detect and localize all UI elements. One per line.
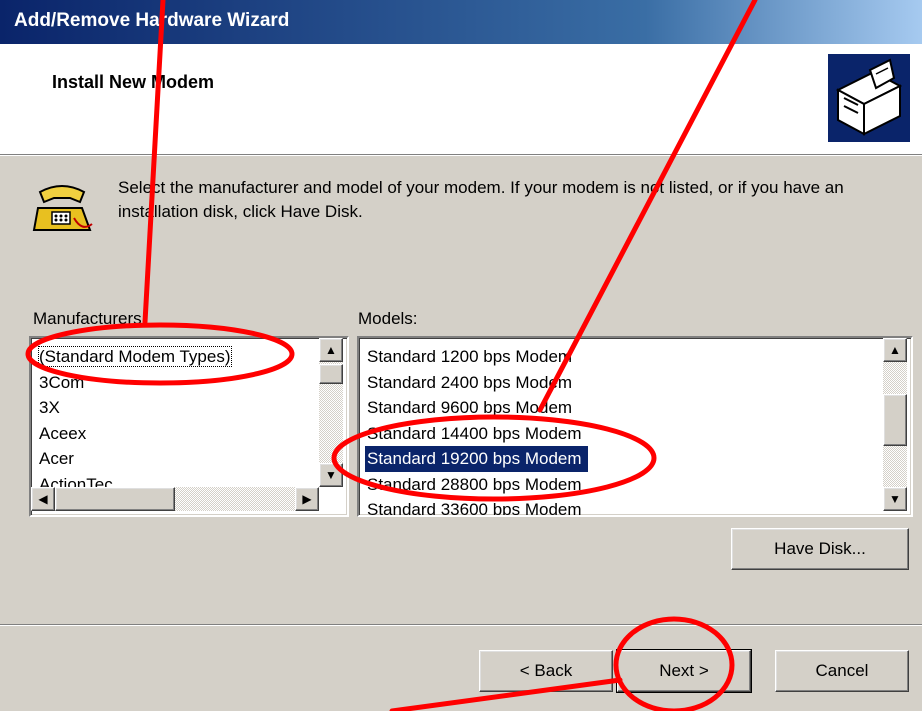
list-item[interactable]: Standard 19200 bps Modem [359, 446, 879, 472]
scroll-down-icon[interactable]: ▼ [883, 487, 907, 511]
models-label: Models: [358, 309, 418, 328]
list-item[interactable]: Acer [31, 446, 323, 472]
page-title: Install New Modem [52, 72, 215, 92]
scroll-thumb[interactable] [319, 364, 343, 384]
scroll-thumb[interactable] [55, 487, 175, 511]
list-item[interactable]: (Standard Modem Types) [31, 344, 323, 370]
hardware-box-icon [828, 54, 910, 142]
manufacturers-vertical-scrollbar[interactable]: ▲ ▼ [319, 338, 343, 487]
scroll-right-icon[interactable]: ▶ [295, 487, 319, 511]
have-disk-button[interactable]: Have Disk... [731, 528, 909, 570]
scroll-down-icon[interactable]: ▼ [319, 463, 343, 487]
title-bar: Add/Remove Hardware Wizard [0, 0, 922, 44]
manufacturers-label: Manufacturers: [33, 309, 147, 328]
scroll-up-icon[interactable]: ▲ [883, 338, 907, 362]
instruction-text: Select the manufacturer and model of you… [118, 178, 844, 221]
list-item[interactable]: 3Com [31, 370, 323, 396]
separator [0, 624, 922, 626]
list-item[interactable]: Standard 1200 bps Modem [359, 344, 879, 370]
telephone-icon [32, 174, 96, 238]
models-vertical-scrollbar[interactable]: ▲ ▼ [883, 338, 907, 511]
scroll-thumb[interactable] [883, 394, 907, 446]
next-button[interactable]: Next > [616, 649, 752, 693]
manufacturers-list[interactable]: (Standard Modem Types) 3Com 3X Aceex Ace… [29, 336, 349, 517]
list-item[interactable]: Standard 9600 bps Modem [359, 395, 879, 421]
scroll-left-icon[interactable]: ◀ [31, 487, 55, 511]
back-button[interactable]: < Back [479, 650, 613, 692]
list-item[interactable]: Standard 14400 bps Modem [359, 421, 879, 447]
models-list[interactable]: Standard 1200 bps Modem Standard 2400 bp… [357, 336, 913, 517]
wizard-header: Install New Modem [0, 44, 922, 155]
list-item[interactable]: Standard 33600 bps Modem [359, 497, 879, 515]
cancel-button[interactable]: Cancel [775, 650, 909, 692]
list-item[interactable]: Standard 2400 bps Modem [359, 370, 879, 396]
scroll-up-icon[interactable]: ▲ [319, 338, 343, 362]
manufacturers-horizontal-scrollbar[interactable]: ◀ ▶ [31, 487, 319, 511]
list-item[interactable]: 3X [31, 395, 323, 421]
window-title: Add/Remove Hardware Wizard [14, 10, 290, 31]
list-item[interactable]: Aceex [31, 421, 323, 447]
list-item[interactable]: Standard 28800 bps Modem [359, 472, 879, 498]
